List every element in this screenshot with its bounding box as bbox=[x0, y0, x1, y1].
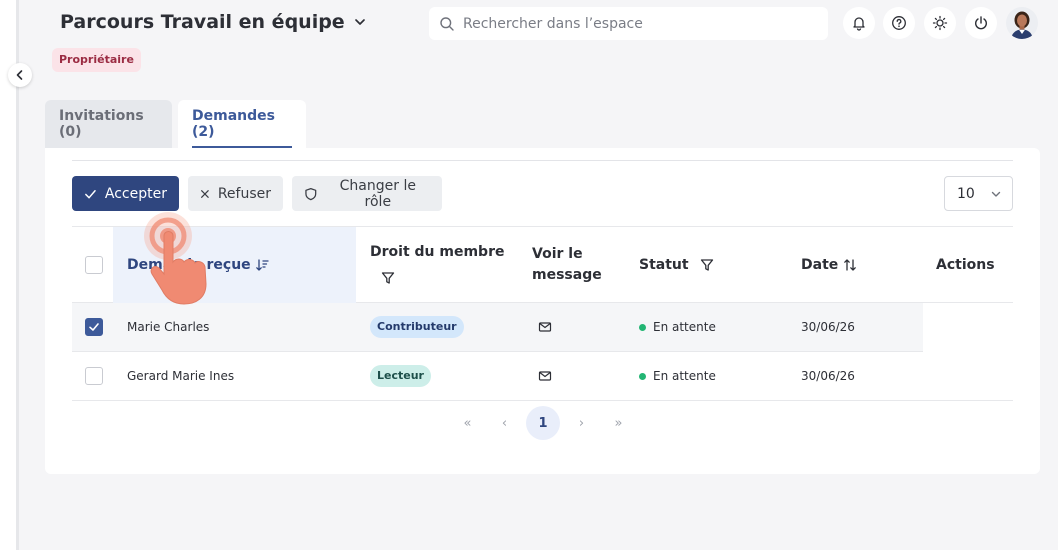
filter-icon[interactable] bbox=[699, 257, 715, 273]
sort-icon bbox=[844, 259, 857, 271]
row-checkbox-cell bbox=[85, 303, 103, 351]
status-dot bbox=[639, 372, 646, 380]
prev-page-button[interactable]: ‹ bbox=[486, 406, 523, 440]
envelope-icon bbox=[538, 322, 552, 332]
column-status: Statut bbox=[639, 227, 759, 303]
check-icon bbox=[89, 323, 99, 331]
column-status-label: Statut bbox=[639, 257, 689, 273]
close-icon bbox=[201, 189, 209, 198]
page-button-current[interactable]: 1 bbox=[526, 406, 560, 440]
tab-demandes-label: Demandes (2) bbox=[192, 108, 275, 140]
page-size-value: 10 bbox=[957, 185, 975, 202]
notifications-button[interactable] bbox=[843, 7, 875, 39]
refuse-button[interactable]: Refuser bbox=[188, 176, 283, 211]
column-member-right: Droit du membre bbox=[370, 227, 520, 303]
column-actions: Actions bbox=[936, 227, 1012, 303]
bell-icon bbox=[853, 17, 865, 31]
requester-name: Marie Charles bbox=[127, 320, 210, 334]
search-input[interactable] bbox=[463, 15, 803, 32]
tab-invitations-label: Invitations (0) bbox=[59, 108, 144, 140]
requests-panel: Accepter Refuser Changer le rôle 10 Dema… bbox=[45, 148, 1040, 474]
first-page-button[interactable]: « bbox=[449, 406, 486, 440]
status-cell: En attente bbox=[639, 352, 716, 400]
column-message-label: Voir le message bbox=[532, 246, 602, 283]
help-button[interactable] bbox=[883, 7, 915, 39]
change-role-button[interactable]: Changer le rôle bbox=[292, 176, 442, 211]
chevron-down-icon bbox=[354, 19, 365, 25]
sort-desc-icon bbox=[255, 259, 269, 271]
power-icon bbox=[975, 16, 987, 30]
role-cell: Contributeur bbox=[370, 303, 464, 351]
user-avatar-icon bbox=[1011, 11, 1033, 39]
requests-table: Demande reçue Droit du membre Voir le me… bbox=[72, 226, 1013, 401]
last-page-button[interactable]: » bbox=[600, 406, 637, 440]
row-checkbox-cell bbox=[85, 352, 103, 400]
avatar[interactable] bbox=[1006, 7, 1038, 39]
sun-icon bbox=[932, 15, 948, 31]
column-message: Voir le message bbox=[532, 227, 612, 303]
next-page-button[interactable]: › bbox=[563, 406, 600, 440]
column-member-right-label: Droit du membre bbox=[370, 244, 505, 260]
role-chip: Lecteur bbox=[370, 365, 431, 387]
table-header: Demande reçue Droit du membre Voir le me… bbox=[72, 226, 1013, 303]
column-date[interactable]: Date bbox=[801, 227, 921, 303]
logout-button[interactable] bbox=[965, 7, 997, 39]
accept-button[interactable]: Accepter bbox=[72, 176, 179, 211]
search-icon bbox=[440, 16, 454, 31]
row-checkbox[interactable] bbox=[85, 367, 103, 385]
role-chip: Contributeur bbox=[370, 316, 464, 338]
accept-button-label: Accepter bbox=[104, 185, 167, 202]
theme-toggle-button[interactable] bbox=[924, 7, 956, 39]
status-text: En attente bbox=[653, 320, 716, 334]
requester-name: Gerard Marie Ines bbox=[127, 369, 235, 383]
page-size-select[interactable]: 10 bbox=[944, 176, 1013, 211]
chevron-left-icon bbox=[16, 70, 23, 80]
column-requester-label: Demande reçue bbox=[127, 257, 251, 273]
shield-icon bbox=[305, 187, 317, 200]
divider bbox=[72, 160, 1013, 161]
column-requester[interactable]: Demande reçue bbox=[113, 227, 356, 303]
check-icon bbox=[85, 189, 96, 198]
column-actions-label: Actions bbox=[936, 257, 995, 273]
page-title: Parcours Travail en équipe bbox=[60, 11, 345, 33]
status-dot bbox=[639, 323, 646, 331]
help-icon bbox=[892, 16, 906, 30]
row-checkbox[interactable] bbox=[85, 318, 103, 336]
select-all-cell bbox=[85, 227, 115, 303]
role-cell: Lecteur bbox=[370, 352, 431, 400]
workspace-title-dropdown[interactable]: Parcours Travail en équipe bbox=[60, 11, 367, 33]
chevron-down-icon bbox=[991, 191, 1001, 197]
table-row[interactable]: Gerard Marie Ines Lecteur En attente 30/… bbox=[72, 352, 1013, 401]
filter-icon[interactable] bbox=[380, 270, 396, 286]
search-box[interactable] bbox=[429, 7, 828, 40]
envelope-icon bbox=[538, 371, 552, 381]
date-cell: 30/06/26 bbox=[801, 369, 855, 383]
status-text: En attente bbox=[653, 369, 716, 383]
refuse-button-label: Refuser bbox=[217, 185, 271, 202]
pagination: « ‹ 1 › » bbox=[449, 406, 637, 440]
tab-demandes[interactable]: Demandes (2) bbox=[178, 100, 306, 148]
select-all-checkbox[interactable] bbox=[85, 256, 103, 274]
column-date-label: Date bbox=[801, 257, 839, 273]
view-message-button[interactable] bbox=[538, 352, 552, 400]
collapse-sidebar-button[interactable] bbox=[8, 63, 32, 87]
change-role-button-label: Changer le rôle bbox=[339, 177, 416, 210]
status-cell: En attente bbox=[639, 303, 716, 351]
role-badge: Propriétaire bbox=[52, 48, 141, 72]
table-row[interactable]: Marie Charles Contributeur En attente 30… bbox=[72, 303, 923, 352]
date-cell: 30/06/26 bbox=[801, 320, 855, 334]
tab-invitations[interactable]: Invitations (0) bbox=[45, 100, 172, 148]
view-message-button[interactable] bbox=[538, 303, 552, 351]
